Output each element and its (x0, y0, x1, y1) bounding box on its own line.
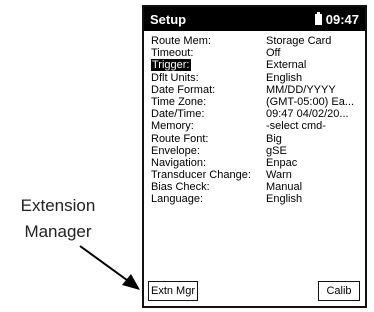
setting-value: External (266, 59, 307, 72)
setting-label: Dflt Units: (151, 71, 199, 84)
setting-value: Big (266, 132, 282, 145)
setting-row-time-zone[interactable]: Time Zone: (GMT-05:00) Ea... (151, 96, 365, 108)
settings-list: Route Mem: Storage Card Timeout: Off Tri… (144, 31, 365, 206)
device-screen: Setup 09:47 Route Mem: Storage Card Time… (142, 5, 367, 308)
setting-row-date-format[interactable]: Date Format: MM/DD/YYYY (151, 84, 365, 96)
setting-value: Manual (266, 181, 303, 194)
setting-label: Time Zone: (151, 95, 207, 108)
setting-row-memory[interactable]: Memory: -select cmd- (151, 120, 365, 132)
selected-label-text: Trigger: (151, 59, 191, 72)
setting-label: Memory: (151, 120, 194, 133)
setting-value: gSE (266, 144, 287, 157)
setting-value: Off (266, 47, 281, 60)
setting-label: Date Format: (151, 83, 216, 96)
setting-row-dflt-units[interactable]: Dflt Units: English (151, 72, 365, 84)
setting-row-navigation[interactable]: Navigation: Enpac (151, 157, 365, 169)
setting-label: Route Mem: (151, 35, 211, 47)
setting-value: MM/DD/YYYY (266, 83, 336, 96)
setting-label: Language: (151, 193, 203, 206)
setting-label: Transducer Change: (151, 169, 251, 182)
setting-label: Date/Time: (151, 108, 205, 121)
battery-icon (314, 11, 322, 25)
setting-label: Route Font: (151, 132, 209, 145)
screen-title: Setup (150, 11, 187, 27)
setting-value: Storage Card (266, 35, 332, 47)
clock-text: 09:47 (325, 11, 359, 27)
title-bar: Setup 09:47 (144, 7, 365, 31)
setting-value: English (266, 193, 303, 206)
setting-value: (GMT-05:00) Ea... (266, 95, 355, 108)
setting-row-route-font[interactable]: Route Font: Big (151, 133, 365, 145)
setting-row-route-mem[interactable]: Route Mem: Storage Card (151, 35, 365, 47)
setting-value: Warn (266, 169, 292, 182)
extn-mgr-button[interactable]: Extn Mgr (148, 281, 198, 301)
setting-value: -select cmd- (266, 120, 326, 133)
setting-value: Enpac (266, 156, 298, 169)
status-clock: 09:47 (314, 11, 359, 27)
setting-label: Navigation: (151, 156, 207, 169)
setting-row-timeout[interactable]: Timeout: Off (151, 47, 365, 59)
setting-row-bias-check[interactable]: Bias Check: Manual (151, 181, 365, 193)
setting-row-trigger[interactable]: Trigger: External (151, 59, 365, 72)
setting-row-envelope[interactable]: Envelope: gSE (151, 145, 365, 157)
setting-label: Envelope: (151, 144, 200, 157)
setting-label-selected: Trigger: (151, 59, 266, 72)
setting-row-language[interactable]: Language: English (151, 193, 365, 205)
setting-row-date-time[interactable]: Date/Time: 09:47 04/02/20... (151, 108, 365, 120)
setting-label: Bias Check: (151, 181, 210, 194)
setting-row-transducer-change[interactable]: Transducer Change: Warn (151, 169, 365, 181)
setting-value: 09:47 04/02/20... (266, 108, 349, 121)
calib-button[interactable]: Calib (318, 281, 360, 301)
setting-label: Timeout: (151, 47, 194, 60)
setting-value: English (266, 71, 303, 84)
